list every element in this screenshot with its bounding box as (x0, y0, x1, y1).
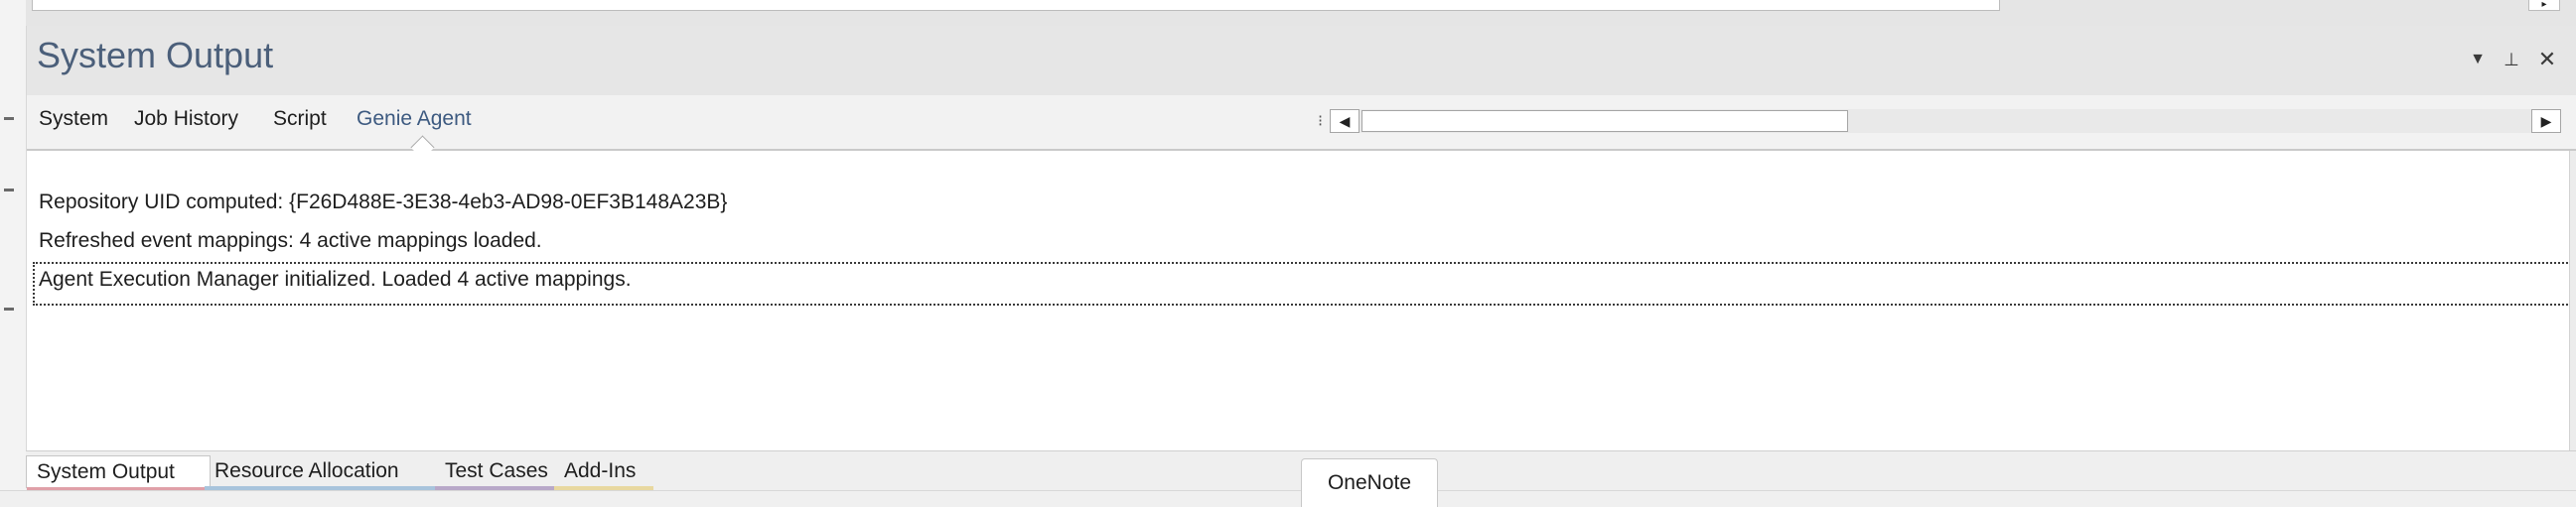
bottom-tab-test-cases[interactable]: Test Cases (435, 455, 558, 491)
edge-mark (4, 117, 14, 120)
scrollbar-grip-icon: ⁝ (1318, 113, 1324, 130)
output-line-selected[interactable]: Agent Execution Manager initialized. Loa… (39, 268, 632, 292)
status-strip (0, 490, 2576, 507)
top-scroll-right-button[interactable]: ▸ (2528, 0, 2560, 11)
left-window-edge (0, 0, 27, 506)
bottom-tab-resource-allocation[interactable]: Resource Allocation (205, 455, 447, 491)
tab-job-history[interactable]: Job History (134, 107, 238, 131)
scrollbar-thumb[interactable] (1361, 110, 1848, 132)
panel-title: System Output (37, 35, 274, 75)
edge-mark (4, 308, 14, 311)
bottom-tab-label: Resource Allocation (215, 459, 399, 482)
scroll-right-button[interactable]: ▶ (2531, 109, 2561, 133)
output-line[interactable]: Repository UID computed: {F26D488E-3E38-… (39, 190, 727, 214)
system-output-panel: System Output ▼ ⊥ ✕ System Job History S… (26, 26, 2576, 466)
onenote-tooltip[interactable]: OneNote (1301, 458, 1438, 507)
scroll-left-button[interactable]: ◀ (1330, 109, 1360, 133)
tab-system[interactable]: System (39, 107, 108, 131)
output-line[interactable]: Refreshed event mappings: 4 active mappi… (39, 229, 542, 253)
panel-header: System Output ▼ ⊥ ✕ (27, 26, 2576, 95)
bottom-tab-add-ins[interactable]: Add-Ins (554, 455, 653, 491)
bottom-tab-label: Add-Ins (564, 459, 637, 482)
pin-icon[interactable]: ⊥ (2499, 46, 2524, 73)
vertical-scrollbar[interactable] (2569, 151, 2576, 466)
top-horizontal-scrollbar[interactable] (32, 0, 2000, 11)
tab-horizontal-scrollbar[interactable]: ◀ ▶ (1330, 109, 2561, 133)
tab-script[interactable]: Script (273, 107, 327, 131)
bottom-tab-label: System Output (37, 460, 175, 483)
top-editor-area: ▸ (26, 0, 2576, 27)
bottom-tab-label: Test Cases (445, 459, 548, 482)
edge-mark (4, 189, 14, 191)
close-icon[interactable]: ✕ (2534, 46, 2560, 73)
output-list[interactable]: Repository UID computed: {F26D488E-3E38-… (27, 151, 2576, 468)
bottom-tab-system-output[interactable]: System Output (26, 455, 211, 492)
tab-genie-agent[interactable]: Genie Agent (357, 107, 472, 131)
output-tab-bar: System Job History Script Genie Agent ⁝ … (27, 95, 2576, 160)
chevron-down-icon[interactable]: ▼ (2465, 46, 2491, 73)
